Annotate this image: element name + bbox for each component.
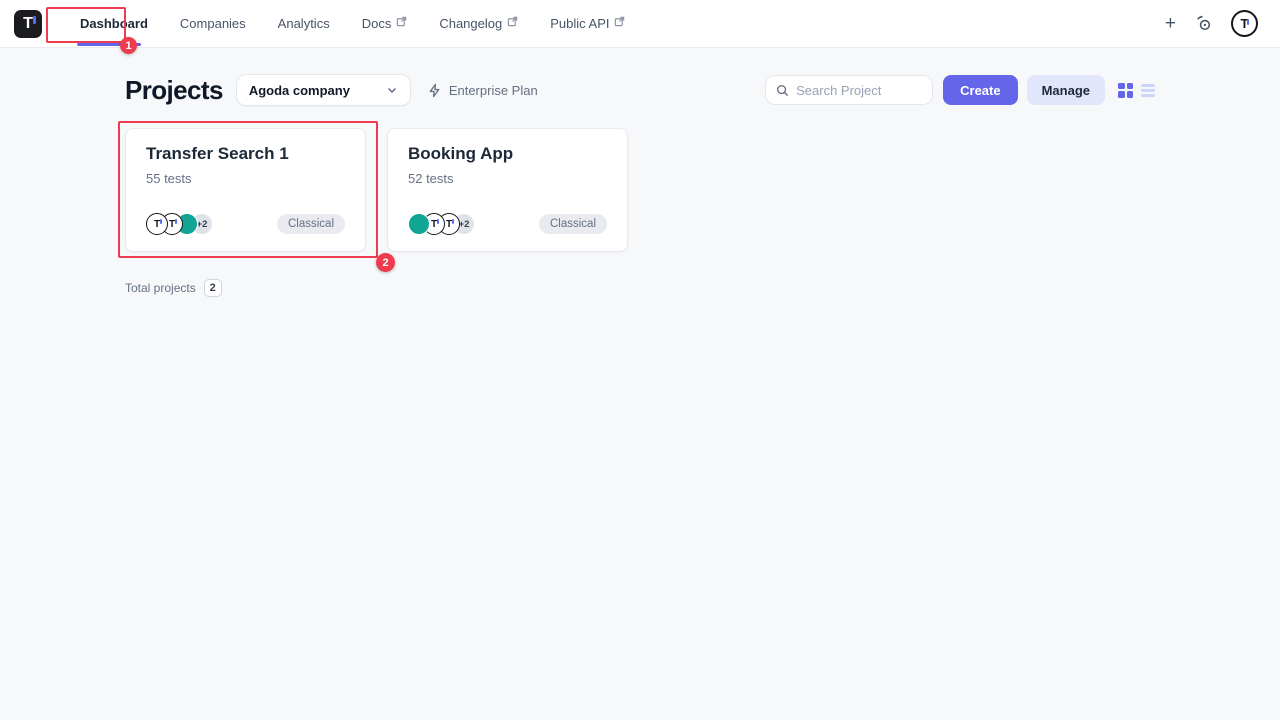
page-header-row: Projects Agoda company Enterprise Plan C… xyxy=(125,74,1155,106)
member-avatar-accent xyxy=(437,219,439,224)
navbar-right-actions: + T xyxy=(1165,10,1266,37)
member-avatar-accent xyxy=(160,219,162,224)
member-avatars: T T +2 xyxy=(408,213,475,235)
grid-view-icon[interactable] xyxy=(1118,83,1133,98)
plan-indicator[interactable]: Enterprise Plan xyxy=(427,83,538,98)
nav-item-dashboard-label: Dashboard xyxy=(80,16,148,31)
project-search xyxy=(765,75,933,105)
project-card-booking-app[interactable]: Booking App 52 tests T T +2 Classical xyxy=(387,128,628,252)
member-avatar-accent xyxy=(452,219,454,224)
nav-item-public-api-label: Public API xyxy=(550,16,609,31)
manage-button[interactable]: Manage xyxy=(1027,75,1105,105)
nav-item-analytics-label: Analytics xyxy=(278,16,330,31)
active-tab-underline xyxy=(77,43,141,46)
company-selector[interactable]: Agoda company xyxy=(236,74,411,106)
nav-item-changelog-label: Changelog xyxy=(439,16,502,31)
plan-label: Enterprise Plan xyxy=(449,83,538,98)
external-link-icon xyxy=(614,16,625,27)
avatar-logo-accent xyxy=(1247,19,1249,25)
user-avatar[interactable]: T xyxy=(1231,10,1258,37)
project-type-badge: Classical xyxy=(539,214,607,234)
project-tests-count: 52 tests xyxy=(408,171,607,186)
total-projects-label: Total projects xyxy=(125,281,196,295)
total-projects-row: Total projects 2 xyxy=(125,279,1155,297)
project-name: Booking App xyxy=(408,144,607,164)
brand-logo-letter: T xyxy=(23,15,33,33)
member-avatars: T T +2 xyxy=(146,213,213,235)
main-content: Projects Agoda company Enterprise Plan C… xyxy=(0,48,1280,297)
external-link-icon xyxy=(507,16,518,27)
nav-item-companies[interactable]: Companies xyxy=(164,0,262,48)
chevron-down-icon xyxy=(386,84,398,96)
member-avatar-logo: T xyxy=(146,213,168,235)
nav-item-public-api[interactable]: Public API xyxy=(534,0,641,48)
card-bottom-row: T T +2 Classical xyxy=(146,213,345,235)
project-name: Transfer Search 1 xyxy=(146,144,345,164)
card-bottom-row: T T +2 Classical xyxy=(408,213,607,235)
project-type-badge: Classical xyxy=(277,214,345,234)
nav-item-companies-label: Companies xyxy=(180,16,246,31)
company-selector-value: Agoda company xyxy=(249,83,350,98)
add-icon[interactable]: + xyxy=(1165,14,1176,33)
list-view-icon[interactable] xyxy=(1141,84,1155,97)
brand-logo[interactable]: T xyxy=(14,10,42,38)
project-tests-count: 55 tests xyxy=(146,171,345,186)
search-input[interactable] xyxy=(796,83,922,98)
external-link-icon xyxy=(396,16,407,27)
nav-item-docs-label: Docs xyxy=(362,16,392,31)
member-avatar-teal xyxy=(408,213,430,235)
brand-logo-accent xyxy=(33,16,36,24)
nav-item-changelog[interactable]: Changelog xyxy=(423,0,534,48)
main-nav: Dashboard Companies Analytics Docs Chang… xyxy=(64,0,641,48)
search-icon xyxy=(776,84,789,97)
nav-item-docs[interactable]: Docs xyxy=(346,0,424,48)
nav-item-analytics[interactable]: Analytics xyxy=(262,0,346,48)
total-projects-count: 2 xyxy=(204,279,222,297)
member-avatar-accent xyxy=(175,219,177,224)
nav-item-dashboard[interactable]: Dashboard xyxy=(64,0,164,48)
view-toggles xyxy=(1118,83,1155,98)
page-title: Projects xyxy=(125,75,223,106)
zap-icon xyxy=(427,83,442,98)
projects-grid: Transfer Search 1 55 tests T T +2 Classi… xyxy=(125,128,1155,252)
top-navbar: T Dashboard Companies Analytics Docs Cha… xyxy=(0,0,1280,48)
create-button[interactable]: Create xyxy=(943,75,1017,105)
project-card-transfer-search-1[interactable]: Transfer Search 1 55 tests T T +2 Classi… xyxy=(125,128,366,252)
feed-search-icon[interactable] xyxy=(1194,14,1213,33)
